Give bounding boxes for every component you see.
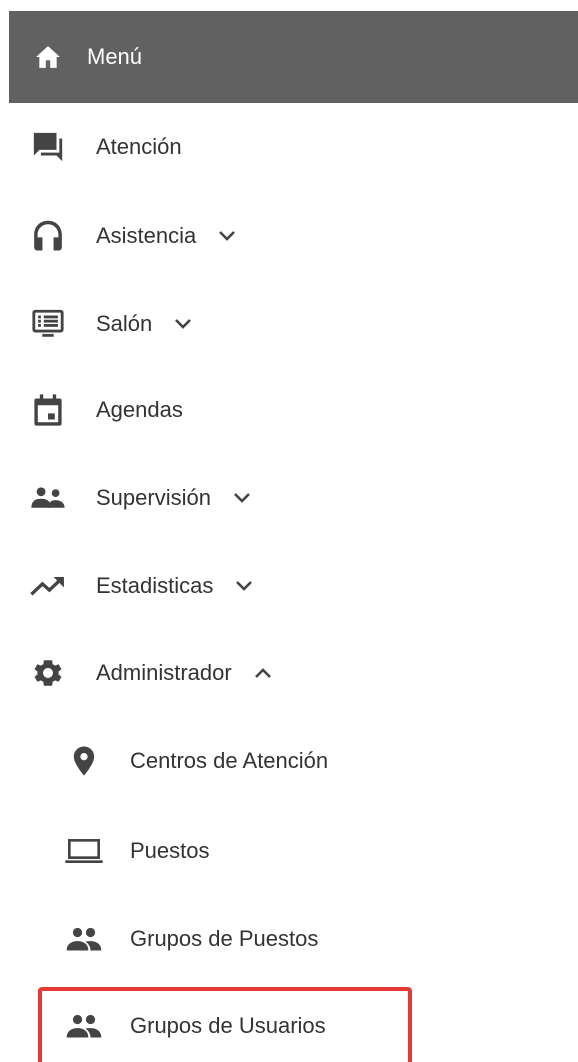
chevron-up-icon[interactable] [252,662,274,684]
nav-item-atencion[interactable]: Atención [0,117,578,177]
subnav-item-label: Grupos de Puestos [130,926,319,951]
chevron-down-icon[interactable] [216,225,238,247]
calendar-icon [28,390,68,430]
menu-header[interactable]: Menú [9,11,578,103]
nav-item-agendas[interactable]: Agendas [0,380,578,440]
headset-icon [28,216,68,256]
nav-item-label: Administrador [96,660,232,685]
subnav-item-grupos-de-puestos[interactable]: Grupos de Puestos [0,909,578,969]
laptop-icon [64,831,104,871]
nav-item-supervision[interactable]: Supervisión [0,468,578,528]
menu-title: Menú [87,44,143,69]
subnav-item-puestos[interactable]: Puestos [0,821,578,881]
chevron-down-icon[interactable] [233,575,255,597]
subnav-item-label: Puestos [130,838,210,863]
gear-icon [28,653,68,693]
subnav-item-grupos-de-usuarios[interactable]: Grupos de Usuarios [0,996,578,1056]
nav-item-label: Agendas [96,397,183,422]
subnav-item-centros-de-atencion[interactable]: Centros de Atención [0,731,578,791]
nav-item-estadisticas[interactable]: Estadisticas [0,556,578,616]
nav-item-salon[interactable]: Salón [0,294,578,354]
nav-item-label: Estadisticas [96,573,214,598]
location-pin-icon [64,741,104,781]
people-icon [64,1006,104,1046]
list-screen-icon [28,304,68,344]
subnav-item-label: Centros de Atención [130,748,329,773]
subnav-item-label: Grupos de Usuarios [130,1013,326,1038]
trending-up-icon [28,566,68,606]
nav-item-asistencia[interactable]: Asistencia [0,206,578,266]
forum-icon [28,127,68,167]
home-icon [33,42,63,72]
people-icon [64,919,104,959]
chevron-down-icon[interactable] [172,313,194,335]
nav-item-label: Asistencia [96,223,197,248]
chevron-down-icon[interactable] [231,487,253,509]
supervisor-icon [28,478,68,518]
side-navigation: Menú Atención Asistencia Salón Agendas S… [0,0,578,1062]
nav-item-label: Atención [96,134,182,159]
nav-item-label: Supervisión [96,485,211,510]
nav-item-label: Salón [96,311,153,336]
nav-item-administrador[interactable]: Administrador [0,643,578,703]
